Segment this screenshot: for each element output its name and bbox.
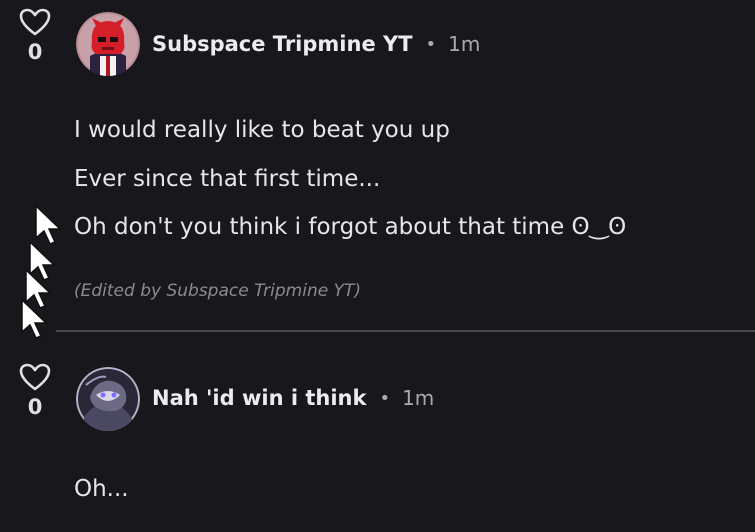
comment-text-line: Oh... (74, 476, 129, 502)
avatar-image (76, 12, 140, 76)
comment-text-line: Oh don't you think i forgot about that t… (74, 214, 627, 240)
heart-icon[interactable] (18, 7, 52, 37)
avatar[interactable] (76, 367, 140, 431)
separator-dot: • (379, 387, 391, 409)
username[interactable]: Nah 'id win i think (152, 386, 366, 410)
comment-header: Subspace Tripmine YT • 1m (152, 28, 480, 60)
username[interactable]: Subspace Tripmine YT (152, 32, 413, 56)
avatar-image (76, 367, 140, 431)
separator-dot: • (425, 33, 437, 55)
vote-count: 0 (27, 395, 43, 419)
mouse-cursor-icon (21, 298, 48, 339)
comment-text-line: I would really like to beat you up (74, 117, 450, 143)
timestamp[interactable]: 1m (402, 386, 434, 410)
vote-control: 0 (18, 7, 52, 64)
vote-control: 0 (18, 362, 52, 419)
divider (56, 330, 755, 332)
heart-icon[interactable] (18, 362, 52, 392)
comment-thread: 0 Subspace Tripmine YT • 1m I would real… (0, 0, 755, 532)
comment-text-line: Ever since that first time... (74, 166, 381, 192)
timestamp[interactable]: 1m (448, 32, 480, 56)
edited-note: (Edited by Subspace Tripmine YT) (74, 281, 361, 301)
vote-count: 0 (27, 40, 43, 64)
comment-header: Nah 'id win i think • 1m (152, 382, 434, 414)
avatar[interactable] (76, 12, 140, 76)
